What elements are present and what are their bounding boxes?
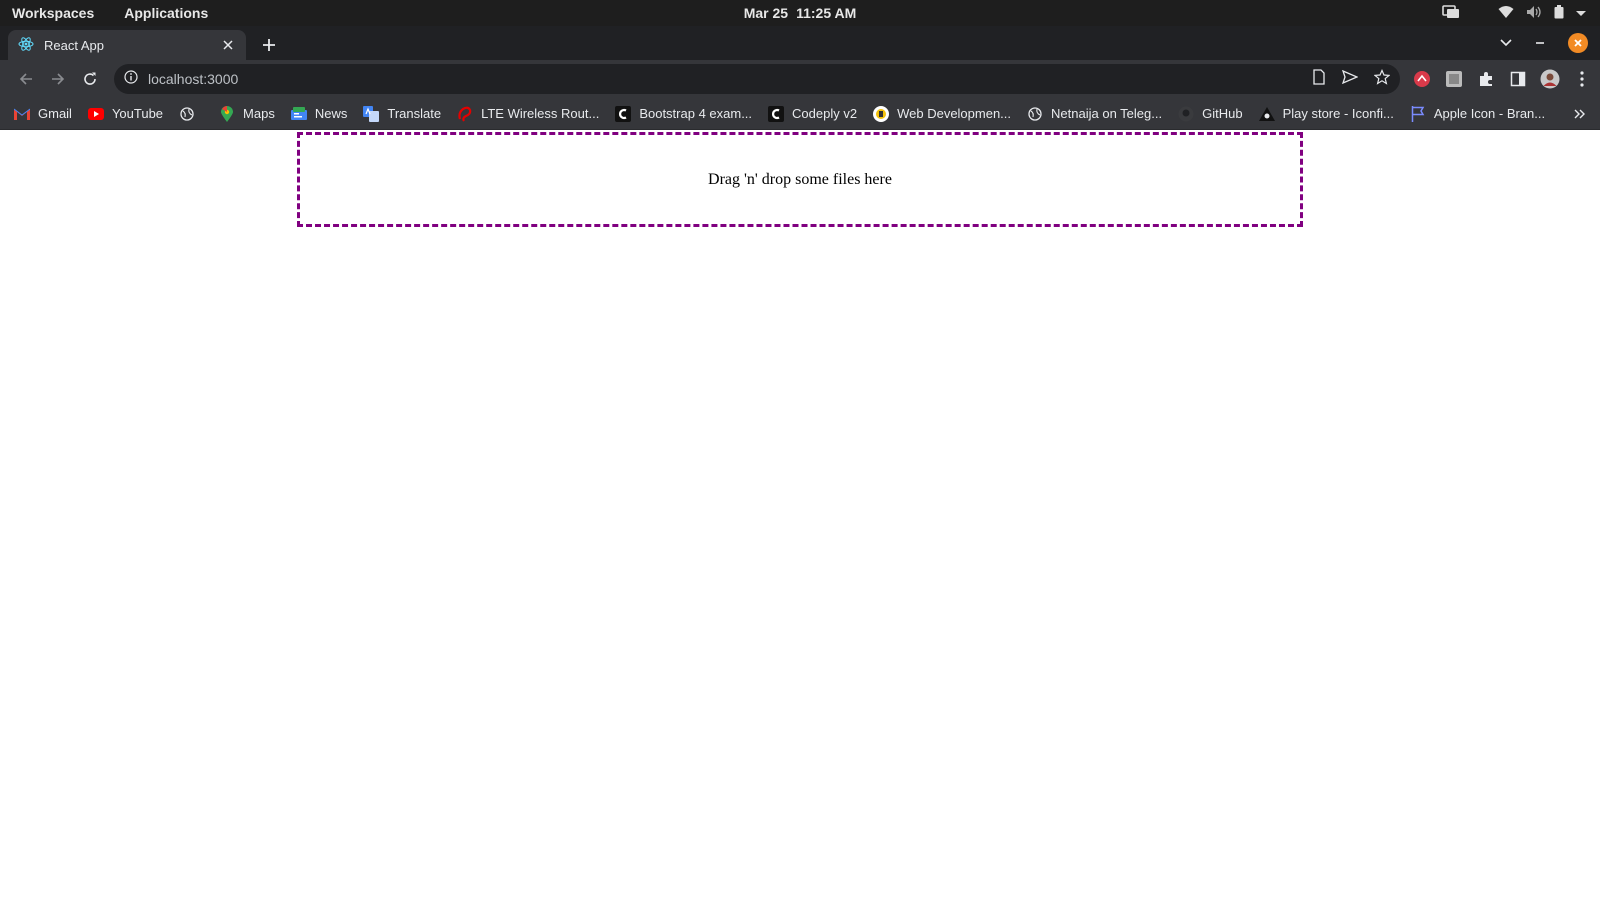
airtel-icon — [457, 106, 473, 122]
globe-icon — [179, 106, 195, 122]
url-text[interactable]: localhost:3000 — [148, 71, 1312, 87]
bookmark-play-store-iconfinder[interactable]: Play store - Iconfi... — [1258, 106, 1394, 122]
bookmark-apple-icon[interactable]: Apple Icon - Bran... — [1410, 105, 1545, 122]
volume-icon[interactable] — [1526, 5, 1542, 22]
react-favicon-icon — [18, 36, 34, 55]
bookmark-globe[interactable] — [179, 106, 203, 122]
youtube-icon — [87, 106, 104, 122]
send-icon[interactable] — [1341, 69, 1359, 89]
forward-button[interactable] — [42, 63, 74, 95]
tab-title: React App — [44, 37, 104, 53]
bookmark-web-development[interactable]: Web Developmen... — [873, 105, 1011, 122]
bookmarks-bar: Gmail YouTube Maps News Translate LTE Wi… — [0, 98, 1600, 130]
browser-menu-icon[interactable] — [1572, 69, 1592, 89]
workspaces-button[interactable]: Workspaces — [12, 5, 94, 21]
globe-icon — [1027, 106, 1043, 122]
news-icon — [290, 106, 307, 122]
tab-react-app[interactable]: React App — [8, 30, 246, 60]
bookmark-maps[interactable]: Maps — [219, 105, 275, 122]
github-icon — [1178, 106, 1194, 122]
browser-toolbar: localhost:3000 — [0, 60, 1600, 98]
bookmark-news[interactable]: News — [290, 106, 347, 122]
plus-icon — [263, 39, 275, 51]
applications-button[interactable]: Applications — [124, 5, 208, 21]
os-clock: Mar 25 11:25 AM — [0, 0, 1600, 26]
battery-icon[interactable] — [1554, 4, 1564, 22]
bookmark-gmail[interactable]: Gmail — [14, 106, 72, 122]
page-icon[interactable] — [1312, 68, 1326, 90]
bookmark-translate[interactable]: Translate — [363, 105, 441, 122]
bookmark-bootstrap[interactable]: Bootstrap 4 exam... — [615, 105, 752, 122]
web-dev-icon — [873, 105, 890, 122]
tab-search-chevron-icon[interactable] — [1500, 34, 1512, 52]
side-panel-icon[interactable] — [1508, 69, 1528, 89]
reload-button[interactable] — [74, 63, 106, 95]
extension-image-icon[interactable] — [1444, 69, 1464, 89]
address-bar[interactable]: localhost:3000 — [114, 64, 1400, 94]
dropzone-text: Drag 'n' drop some files here — [708, 170, 892, 188]
tab-strip: React App — [0, 26, 1600, 60]
bookmark-youtube[interactable]: YouTube — [87, 106, 163, 122]
extensions-puzzle-icon[interactable] — [1476, 69, 1496, 89]
maps-pin-icon — [219, 105, 235, 122]
new-tab-button[interactable] — [254, 30, 284, 60]
translate-icon — [363, 105, 380, 122]
bookmark-codeply[interactable]: Codeply v2 — [768, 105, 857, 122]
minimize-window-icon[interactable] — [1534, 34, 1546, 52]
close-window-icon[interactable] — [1568, 33, 1588, 53]
more-bookmarks-chevron-icon[interactable] — [1574, 98, 1586, 130]
reload-icon — [84, 72, 96, 85]
bookmark-github[interactable]: GitHub — [1178, 106, 1243, 122]
iconfinder-icon — [1258, 106, 1275, 122]
bookmark-star-icon[interactable] — [1373, 68, 1391, 90]
arrow-right-icon — [52, 73, 65, 85]
os-top-bar: Workspaces Applications Mar 25 11:25 AM — [0, 0, 1600, 26]
codeply-icon — [768, 105, 785, 122]
site-info-icon[interactable] — [124, 69, 138, 89]
page-content: Drag 'n' drop some files here — [0, 130, 1600, 900]
tab-close-icon[interactable] — [220, 37, 236, 53]
os-time[interactable]: 11:25 AM — [796, 5, 856, 21]
bookmark-netnaija[interactable]: Netnaija on Teleg... — [1027, 106, 1162, 122]
system-menu-chevron-icon[interactable] — [1576, 5, 1586, 21]
extension-red-icon[interactable] — [1412, 69, 1432, 89]
screen-share-icon[interactable] — [1442, 4, 1460, 22]
os-date[interactable]: Mar 25 — [744, 5, 788, 21]
bookmark-lte-router[interactable]: LTE Wireless Rout... — [457, 106, 599, 122]
gmail-icon — [14, 106, 30, 122]
arrow-left-icon — [19, 73, 32, 85]
file-dropzone[interactable]: Drag 'n' drop some files here — [297, 132, 1303, 227]
flag-icon — [1410, 105, 1426, 122]
back-button[interactable] — [10, 63, 42, 95]
codeply-icon — [615, 105, 632, 122]
profile-avatar[interactable] — [1540, 69, 1560, 89]
wifi-icon[interactable] — [1498, 5, 1514, 22]
